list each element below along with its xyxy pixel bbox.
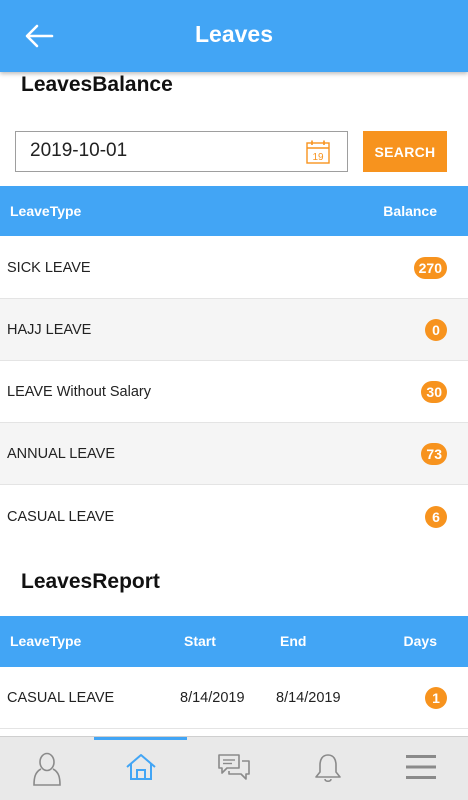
nav-home[interactable] bbox=[94, 737, 187, 800]
calendar-day: 19 bbox=[312, 152, 324, 163]
search-button[interactable]: SEARCH bbox=[363, 131, 447, 172]
nav-menu[interactable] bbox=[374, 737, 467, 800]
leave-type-label: CASUAL LEAVE bbox=[7, 690, 115, 706]
chat-icon bbox=[217, 754, 250, 780]
balance-table-header: LeaveType Balance bbox=[0, 186, 468, 236]
home-icon bbox=[125, 754, 156, 780]
leave-type-label: CASUAL LEAVE bbox=[7, 509, 115, 525]
leave-type-label: HAJJ LEAVE bbox=[7, 322, 92, 338]
nav-notifications[interactable] bbox=[281, 737, 374, 800]
leave-type-label: SICK LEAVE bbox=[7, 260, 91, 276]
start-date: 8/14/2019 bbox=[180, 690, 245, 706]
leave-type-label: ANNUAL LEAVE bbox=[7, 446, 115, 462]
page-title: Leaves bbox=[194, 21, 273, 47]
menu-icon bbox=[405, 755, 436, 779]
report-table-header: LeaveType Start End Days bbox=[0, 616, 468, 667]
table-row[interactable]: SICK LEAVE 270 bbox=[0, 237, 468, 299]
column-leave-type: LeaveType bbox=[10, 203, 82, 219]
table-row[interactable]: ANNUAL LEAVE 73 bbox=[0, 423, 468, 485]
balance-badge: 73 bbox=[421, 443, 447, 465]
column-end: End bbox=[280, 633, 307, 649]
date-input[interactable] bbox=[30, 140, 290, 162]
column-start: Start bbox=[184, 633, 216, 649]
table-row[interactable]: LEAVE Without Salary 30 bbox=[0, 361, 468, 423]
balance-badge: 30 bbox=[421, 381, 447, 403]
balance-badge: 6 bbox=[425, 506, 447, 528]
app-bar: Leaves bbox=[0, 0, 468, 72]
report-section-title: LeavesReport bbox=[21, 570, 160, 593]
column-leave-type: LeaveType bbox=[10, 633, 82, 649]
column-balance: Balance bbox=[383, 203, 437, 219]
column-days: Days bbox=[403, 633, 437, 649]
days-badge: 1 bbox=[425, 687, 447, 709]
table-row[interactable]: CASUAL LEAVE 8/14/2019 8/14/2019 1 bbox=[0, 667, 468, 729]
nav-messages[interactable] bbox=[187, 737, 280, 800]
leave-type-label: LEAVE Without Salary bbox=[7, 384, 151, 400]
table-row[interactable]: CASUAL LEAVE 6 bbox=[0, 486, 468, 548]
profile-icon bbox=[32, 752, 61, 786]
balance-badge: 270 bbox=[413, 257, 447, 279]
nav-profile[interactable] bbox=[0, 737, 93, 800]
table-row[interactable]: HAJJ LEAVE 0 bbox=[0, 299, 468, 361]
end-date: 8/14/2019 bbox=[276, 690, 341, 706]
calendar-icon[interactable]: 19 bbox=[305, 139, 331, 165]
balance-badge: 0 bbox=[425, 319, 447, 341]
bell-icon bbox=[314, 754, 341, 783]
balance-section-title: LeavesBalance bbox=[21, 73, 173, 96]
bottom-navigation bbox=[0, 736, 468, 800]
date-field[interactable]: 19 bbox=[15, 131, 348, 172]
